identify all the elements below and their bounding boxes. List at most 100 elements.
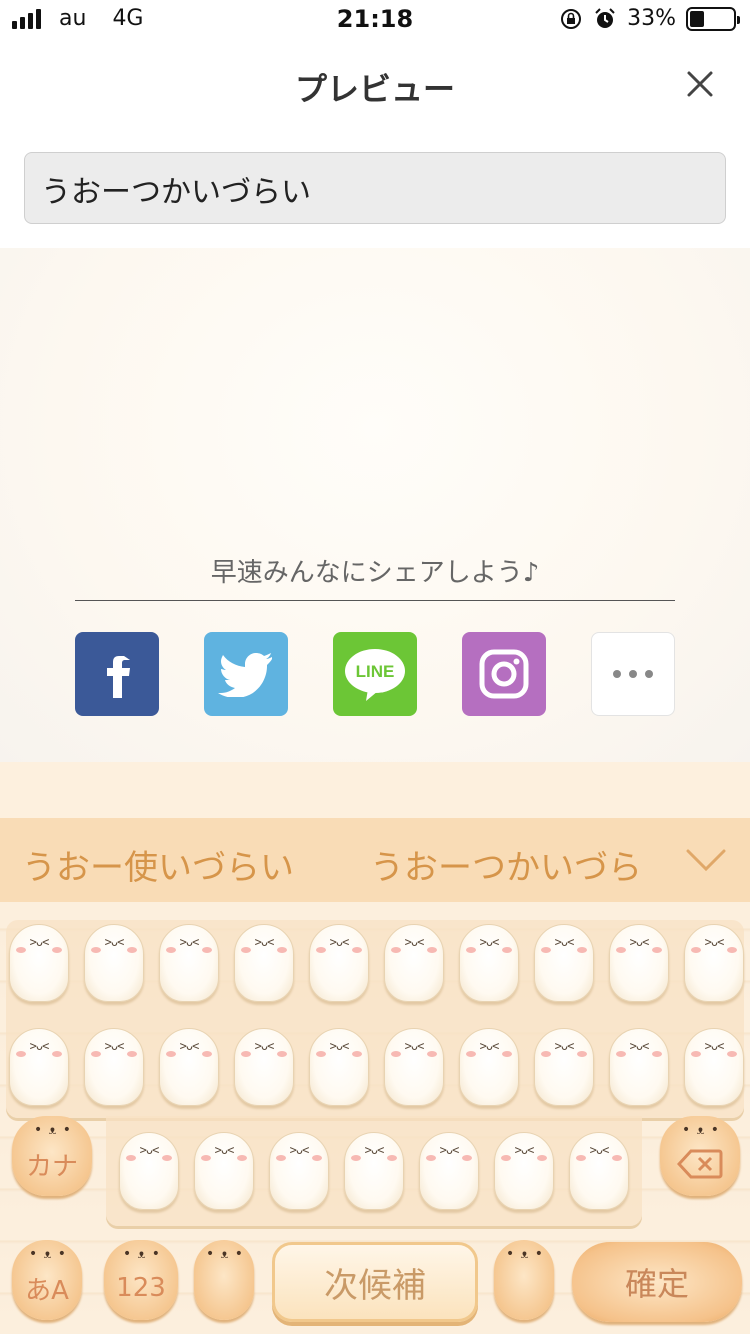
cheek-decoration [387, 1155, 397, 1161]
cheek-decoration [541, 1051, 551, 1057]
cheek-decoration [351, 1155, 361, 1161]
twitter-share-button[interactable] [204, 632, 288, 716]
cheek-decoration [427, 947, 437, 953]
emoji-key[interactable]: • ᴥ • [194, 1240, 254, 1320]
cheek-decoration [316, 1051, 326, 1057]
cheek-decoration [16, 1051, 26, 1057]
cheek-decoration [276, 1155, 286, 1161]
cheek-decoration [202, 947, 212, 953]
letter-key[interactable]: >ᴗ< [194, 1132, 254, 1210]
letter-key[interactable]: >ᴗ< [159, 1028, 219, 1106]
cheek-decoration [352, 1051, 362, 1057]
more-share-button[interactable] [591, 632, 675, 716]
cheek-decoration [502, 947, 512, 953]
letter-key[interactable]: >ᴗ< [569, 1132, 629, 1210]
cheek-decoration [277, 1051, 287, 1057]
letter-key[interactable]: >ᴗ< [344, 1132, 404, 1210]
instagram-icon [479, 649, 529, 699]
cheek-decoration [201, 1155, 211, 1161]
line-icon: LINE [345, 649, 405, 701]
cheek-decoration [466, 947, 476, 953]
cheek-decoration [727, 947, 737, 953]
cheek-decoration [427, 1051, 437, 1057]
cheek-decoration [241, 947, 251, 953]
numbers-key[interactable]: • ᴥ • 123 [104, 1240, 178, 1320]
cheek-decoration [466, 1051, 476, 1057]
cheek-decoration [501, 1155, 511, 1161]
letter-key[interactable]: >ᴗ< [459, 924, 519, 1002]
letter-key[interactable]: >ᴗ< [534, 924, 594, 1002]
cheek-decoration [166, 947, 176, 953]
letter-key[interactable]: >ᴗ< [494, 1132, 554, 1210]
cheek-decoration [166, 1051, 176, 1057]
line-icon-label: LINE [356, 662, 395, 681]
cheek-decoration [312, 1155, 322, 1161]
message-input[interactable]: うおーつかいづらい [24, 152, 726, 224]
cheek-decoration [537, 1155, 547, 1161]
letter-key[interactable]: >ᴗ< [9, 924, 69, 1002]
cheek-decoration [316, 947, 326, 953]
close-button[interactable] [680, 64, 720, 104]
letter-key[interactable]: >ᴗ< [419, 1132, 479, 1210]
delete-key[interactable]: • ᴥ • [660, 1116, 740, 1196]
cheek-decoration [616, 1051, 626, 1057]
letter-key[interactable]: >ᴗ< [684, 924, 744, 1002]
cheek-decoration [616, 947, 626, 953]
letter-key[interactable]: >ᴗ< [534, 1028, 594, 1106]
page-title: プレビュー [294, 70, 455, 108]
letter-key[interactable]: >ᴗ< [309, 924, 369, 1002]
letter-key[interactable]: >ᴗ< [234, 924, 294, 1002]
cheek-decoration [576, 1155, 586, 1161]
letter-key[interactable]: >ᴗ< [384, 1028, 444, 1106]
cheek-decoration [652, 947, 662, 953]
letter-key[interactable]: >ᴗ< [84, 924, 144, 1002]
facebook-share-button[interactable] [75, 632, 159, 716]
letter-key[interactable]: >ᴗ< [84, 1028, 144, 1106]
cheek-decoration [426, 1155, 436, 1161]
numbers-key-label: 123 [116, 1273, 166, 1303]
letter-key[interactable]: >ᴗ< [384, 924, 444, 1002]
keyboard: >ᴗ< >ᴗ< >ᴗ< >ᴗ< >ᴗ< >ᴗ< >ᴗ< >ᴗ< >ᴗ< >ᴗ< >ᴗ< >ᴗ< >ᴗ< >… [0, 902, 750, 1334]
chevron-down-icon[interactable] [686, 848, 726, 872]
cheek-decoration [727, 1051, 737, 1057]
cheek-decoration [502, 1051, 512, 1057]
cheek-decoration [237, 1155, 247, 1161]
cheek-decoration [241, 1051, 251, 1057]
share-divider [75, 600, 675, 601]
alarm-icon [595, 7, 615, 28]
cheek-decoration [91, 947, 101, 953]
enter-key[interactable]: 確定 [572, 1242, 742, 1322]
cheek-decoration [52, 947, 62, 953]
letter-key[interactable]: >ᴗ< [119, 1132, 179, 1210]
cheek-decoration [162, 1155, 172, 1161]
letter-key[interactable]: >ᴗ< [269, 1132, 329, 1210]
space-key[interactable]: 次候補 [272, 1242, 478, 1322]
cheek-decoration [577, 1051, 587, 1057]
cheek-decoration [691, 1051, 701, 1057]
letter-key[interactable]: >ᴗ< [684, 1028, 744, 1106]
letter-key[interactable]: >ᴗ< [459, 1028, 519, 1106]
candidate-1[interactable]: うおー使いづらい [22, 840, 294, 889]
punctuation-key[interactable]: • ᴥ • [494, 1240, 554, 1320]
cheek-decoration [126, 1155, 136, 1161]
letter-key[interactable]: >ᴗ< [9, 1028, 69, 1106]
kana-key[interactable]: • ᴥ • カナ [12, 1116, 92, 1196]
share-prompt: 早速みんなにシェアしよう♪ [210, 558, 540, 588]
status-right: 33% [559, 6, 740, 31]
letter-key[interactable]: >ᴗ< [159, 924, 219, 1002]
line-share-button[interactable]: LINE [333, 632, 417, 716]
nav-bar: プレビュー [0, 40, 750, 130]
letter-key[interactable]: >ᴗ< [609, 924, 669, 1002]
cheek-decoration [91, 1051, 101, 1057]
battery-percent: 33% [627, 6, 676, 31]
battery-icon [686, 6, 740, 31]
mode-key-label: あA [25, 1275, 69, 1306]
candidate-2[interactable]: うおーつかいづら [370, 840, 642, 889]
cheek-decoration [352, 947, 362, 953]
letter-key[interactable]: >ᴗ< [609, 1028, 669, 1106]
letter-key[interactable]: >ᴗ< [234, 1028, 294, 1106]
backspace-icon [677, 1149, 723, 1179]
mode-key[interactable]: • ᴥ • あA [12, 1240, 82, 1320]
instagram-share-button[interactable] [462, 632, 546, 716]
letter-key[interactable]: >ᴗ< [309, 1028, 369, 1106]
